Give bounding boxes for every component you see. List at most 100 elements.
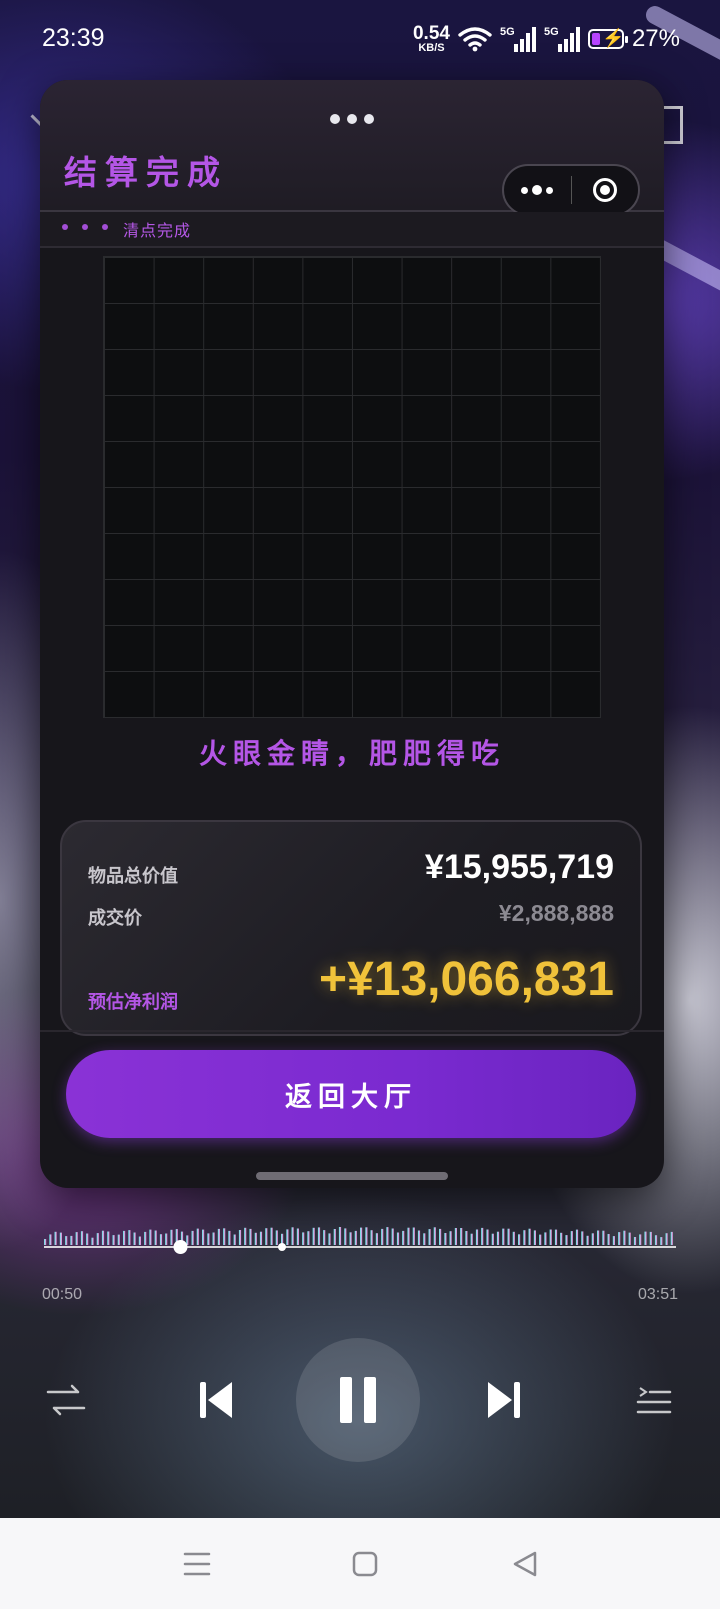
waveform-bar — [144, 1231, 147, 1245]
back-to-lobby-button[interactable]: 返回大厅 — [66, 1050, 636, 1138]
cell-signal-icon: 5G — [500, 26, 536, 52]
waveform-bar — [354, 1230, 357, 1245]
total-value: ¥15,955,719 — [424, 848, 614, 886]
waveform-bar — [254, 1232, 257, 1245]
sheet-handle[interactable] — [256, 1172, 448, 1180]
shuffle-button[interactable] — [44, 1372, 88, 1428]
page-title: 结算完成 — [64, 153, 228, 192]
waveform-bar — [381, 1228, 384, 1245]
progress-marker — [278, 1243, 286, 1251]
waveform-bar — [349, 1232, 352, 1245]
waveform-bar — [112, 1235, 115, 1245]
waveform-bar — [570, 1231, 573, 1245]
signal-tag: 5G — [543, 26, 559, 38]
waveform-bar — [286, 1229, 289, 1245]
waveform-bar — [133, 1232, 136, 1245]
waveform-bar — [460, 1228, 463, 1245]
status-icons: 0.54 KB/S 5G 5G ⚡ 27% — [413, 22, 680, 56]
drag-handle-icon[interactable] — [330, 114, 374, 124]
waveform-bar — [402, 1230, 405, 1245]
waveform-bar — [344, 1228, 347, 1245]
more-options-icon[interactable] — [504, 185, 571, 195]
waveform-bar — [138, 1236, 141, 1245]
status-strip: 清点完成 — [40, 212, 664, 248]
waveform-bar — [470, 1233, 473, 1245]
system-navigation-bar — [0, 1518, 720, 1609]
waveform-bar — [54, 1231, 57, 1245]
total-value-label: 物品总价值 — [88, 866, 178, 887]
waveform-bar — [249, 1228, 252, 1245]
status-label: 清点完成 — [123, 221, 192, 240]
next-button[interactable] — [484, 1372, 524, 1428]
progress-thumb[interactable] — [173, 1240, 188, 1254]
waveform-bars — [44, 1227, 673, 1245]
waveform-bar — [296, 1228, 299, 1245]
home-button[interactable] — [348, 1546, 382, 1582]
waveform-bar — [575, 1229, 579, 1245]
playlist-button[interactable] — [634, 1372, 674, 1428]
back-button[interactable] — [508, 1546, 542, 1582]
waveform-bar — [523, 1230, 526, 1245]
waveform-bar — [128, 1230, 131, 1245]
waveform-bar — [660, 1237, 663, 1245]
card-header: 结算完成 — [40, 80, 664, 216]
battery-icon: ⚡ — [587, 28, 628, 49]
waveform-bar — [491, 1233, 494, 1245]
waveform-bar — [639, 1234, 642, 1245]
waveform-bar — [670, 1231, 673, 1245]
waveform-bar — [444, 1233, 447, 1245]
waveform-bar — [391, 1228, 394, 1245]
total-time: 03:51 — [637, 1286, 678, 1303]
wifi-icon — [458, 27, 492, 52]
waveform-bar — [191, 1230, 194, 1245]
profit-label: 预估净利润 — [88, 992, 178, 1013]
waveform-bar — [212, 1232, 215, 1245]
waveform-bar — [154, 1230, 157, 1245]
waveform-bar — [649, 1231, 652, 1245]
waveform-bar — [86, 1233, 89, 1245]
waveform-bar — [75, 1232, 78, 1245]
waveform-bar — [602, 1230, 605, 1245]
previous-button[interactable] — [196, 1372, 236, 1428]
pause-button[interactable] — [296, 1338, 420, 1462]
waveform-bar — [159, 1234, 163, 1245]
waveform-bar — [96, 1233, 99, 1245]
progress-waveform[interactable] — [44, 1220, 676, 1260]
shuffle-icon — [46, 1384, 86, 1416]
waveform-bar — [207, 1233, 210, 1245]
waveform-bar — [565, 1235, 568, 1245]
next-icon — [488, 1382, 520, 1418]
waveform-bar — [549, 1229, 552, 1245]
waveform-bar — [633, 1237, 637, 1245]
waveform-bar — [502, 1228, 505, 1245]
waveform-bar — [202, 1229, 205, 1245]
waveform-bar — [554, 1229, 558, 1245]
waveform-bar — [44, 1239, 47, 1245]
waveform-bar — [544, 1232, 547, 1245]
waveform-bar — [59, 1232, 62, 1245]
cell-signal-icon: 5G — [544, 26, 580, 52]
waveform-bar — [80, 1231, 84, 1245]
waveform-bar — [238, 1230, 242, 1245]
waveform-bar — [228, 1230, 231, 1245]
close-miniprogram-icon[interactable] — [572, 178, 639, 202]
waveform-bar — [528, 1228, 531, 1245]
waveform-bar — [328, 1233, 331, 1245]
waveform-bar — [539, 1234, 542, 1245]
waveform-bar — [486, 1229, 489, 1245]
waveform-bar — [270, 1227, 273, 1245]
waveform-bar — [454, 1228, 457, 1245]
waveform-bar — [581, 1231, 584, 1245]
home-icon — [352, 1551, 378, 1577]
waveform-bar — [223, 1228, 226, 1245]
network-speed-unit: KB/S — [418, 42, 445, 54]
slogan-text: 火眼金睛，肥肥得吃 — [198, 737, 505, 770]
signal-tag: 5G — [499, 26, 515, 38]
waveform-bar — [607, 1234, 610, 1245]
recent-apps-button[interactable] — [180, 1546, 214, 1582]
waveform-bar — [465, 1231, 468, 1245]
waveform-bar — [386, 1227, 389, 1245]
profit-summary-panel: 物品总价值 ¥15,955,719 成交价 ¥2,888,888 预估净利润 +… — [60, 820, 642, 1036]
waveform-bar — [338, 1227, 342, 1245]
waveform-bar — [123, 1230, 126, 1245]
